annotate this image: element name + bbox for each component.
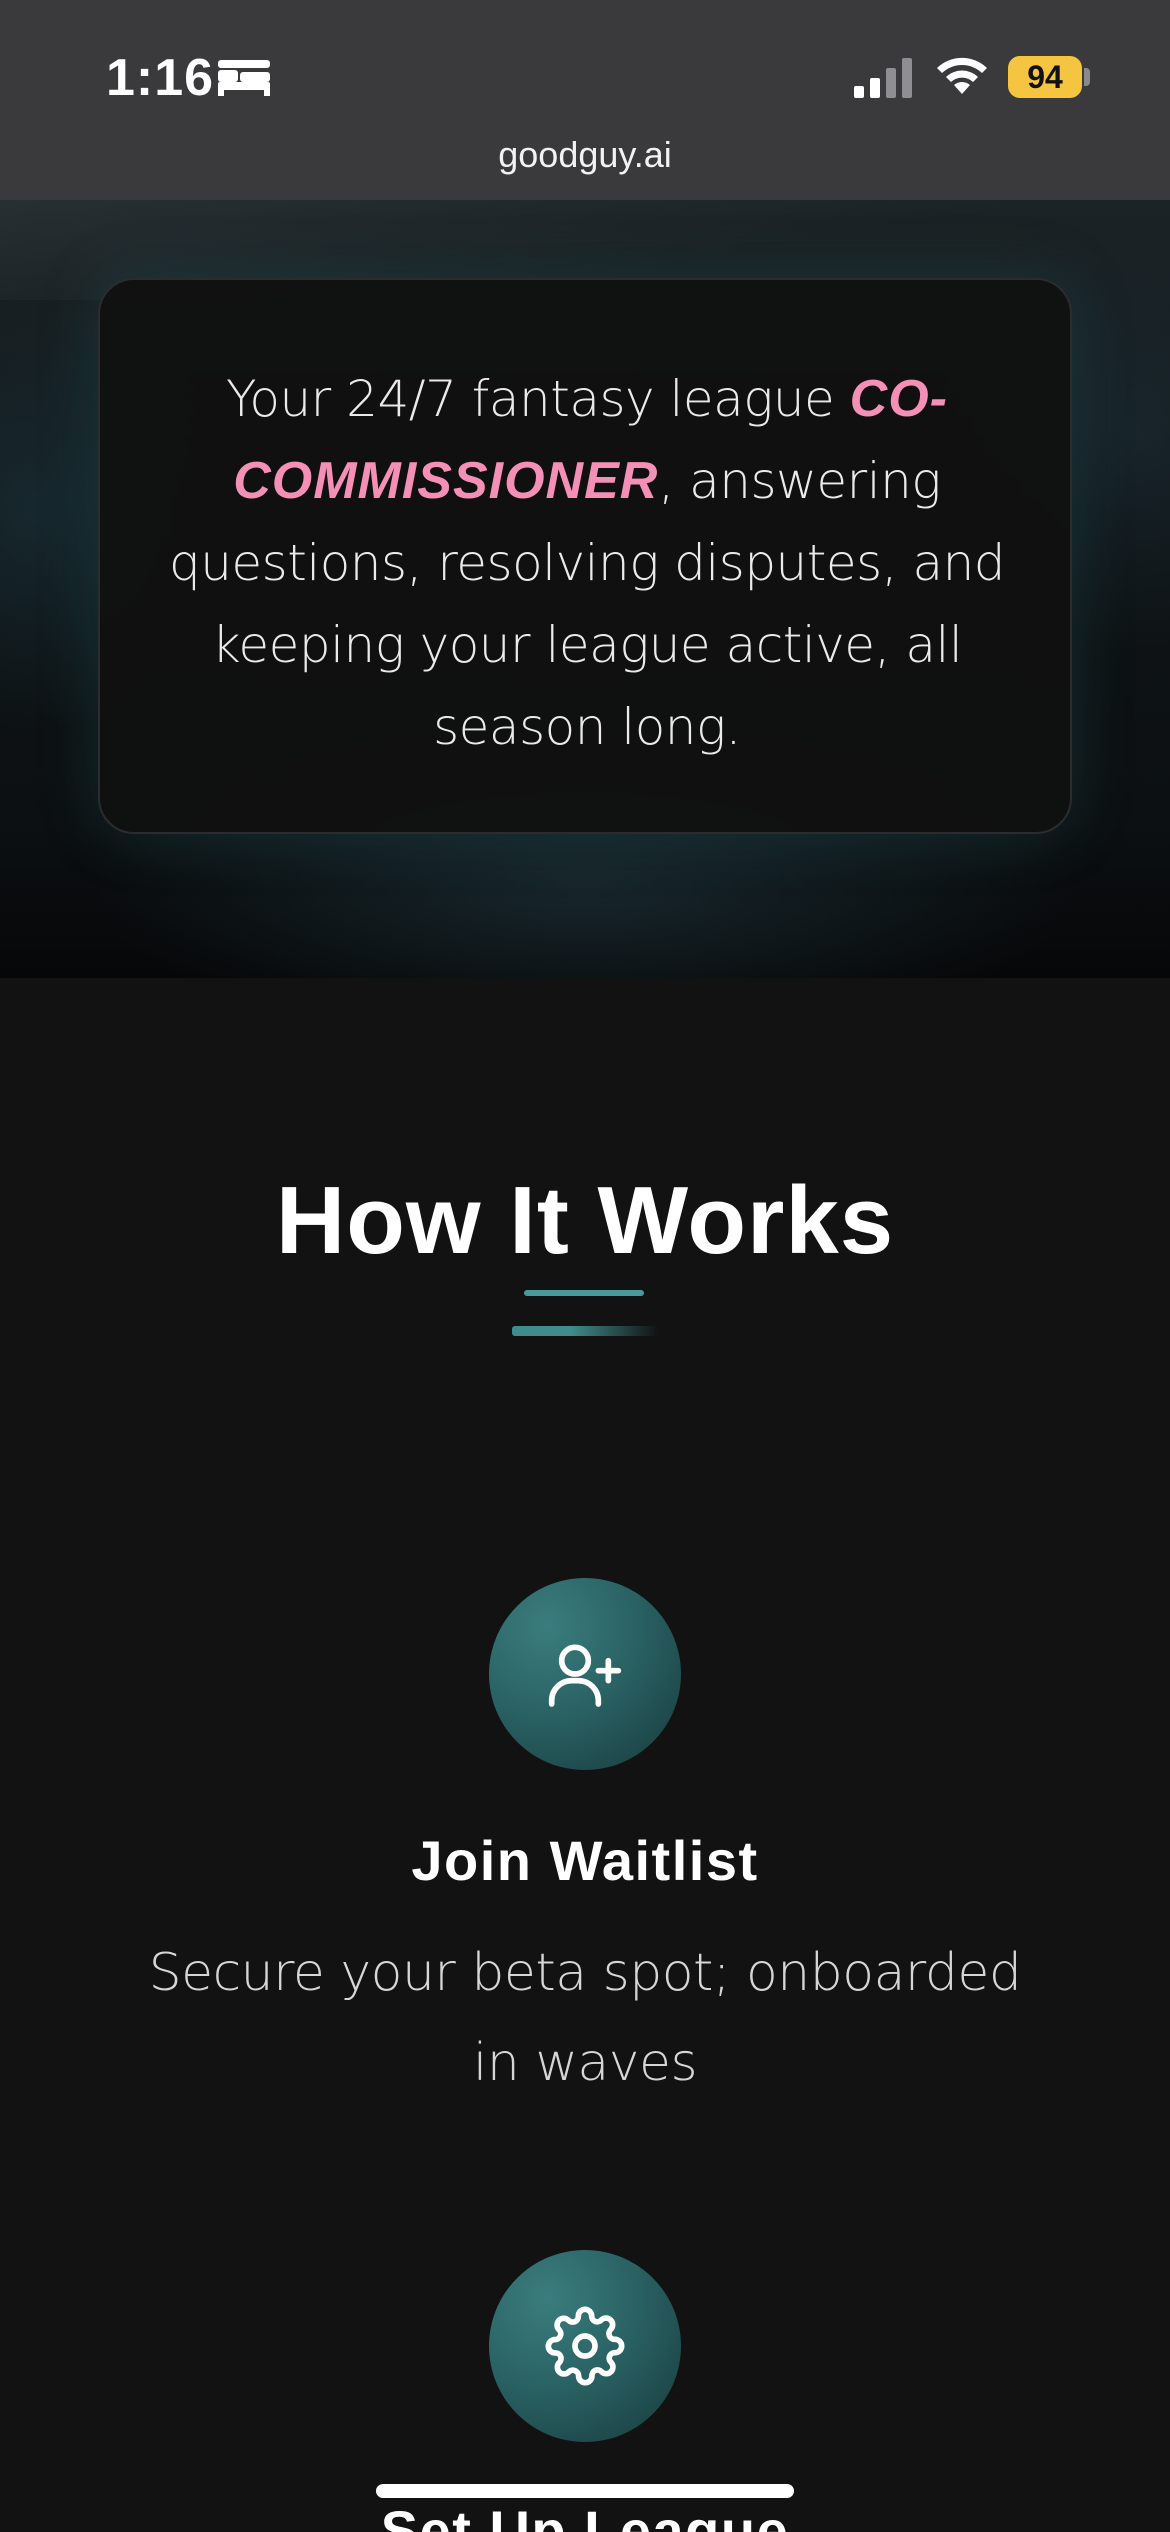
hero-tagline: Your 24/7 fantasy league CO-COMMISSIONER… — [160, 358, 1014, 768]
battery-icon: 94 — [1008, 56, 1082, 98]
status-time: 1:16 — [106, 49, 215, 107]
battery-level: 94 — [1027, 58, 1063, 95]
section-title: How It Works — [275, 1167, 895, 1274]
page: 1:16 94 goodguy.ai Your 24/7 fantasy lea… — [0, 0, 1170, 2532]
hero-section: Your 24/7 fantasy league CO-COMMISSIONER… — [0, 200, 1170, 978]
step-title: Set Up League — [380, 2499, 790, 2532]
home-indicator[interactable] — [376, 2484, 794, 2498]
signal-icon — [854, 58, 912, 98]
user-plus-icon — [489, 1578, 681, 1770]
gear-icon — [489, 2250, 681, 2442]
title-underline-gradient — [512, 1326, 658, 1336]
title-underline — [524, 1290, 644, 1296]
bed-icon — [218, 60, 270, 96]
status-bar: 1:16 94 goodguy.ai — [0, 0, 1170, 200]
hero-text-before: Your 24/7 fantasy league — [226, 370, 850, 428]
hero-card: Your 24/7 fantasy league CO-COMMISSIONER… — [98, 278, 1072, 834]
step-description: Secure your beta spot; onboarded in wave… — [148, 1943, 1022, 2093]
url-bar[interactable]: goodguy.ai — [0, 134, 1170, 176]
battery-tip — [1084, 68, 1090, 86]
wifi-icon — [937, 57, 987, 94]
step-title: Join Waitlist — [411, 1829, 759, 1892]
